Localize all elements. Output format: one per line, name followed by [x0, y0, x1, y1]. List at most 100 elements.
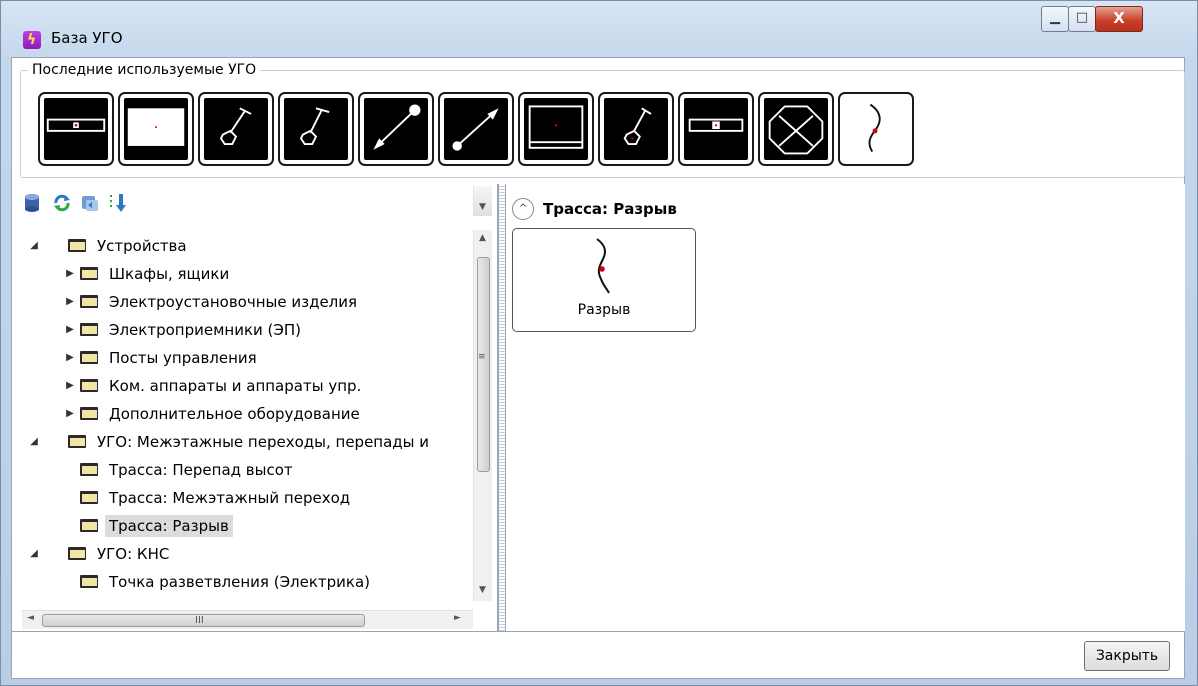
tree-item[interactable]: ▶ Посты управления — [62, 344, 261, 371]
tree-item[interactable]: Трасса: Разрыв — [80, 512, 233, 539]
recent-symbol-lamp-pole[interactable] — [198, 92, 274, 166]
tree-item-label: Дополнительное оборудование — [109, 404, 360, 423]
tree-item-label: Трасса: Разрыв — [105, 514, 233, 537]
folder-icon — [80, 519, 98, 532]
recent-symbol-hexagon-pole[interactable] — [598, 92, 674, 166]
hscroll-grip-icon: III — [195, 615, 204, 626]
recent-symbol-break[interactable] — [838, 92, 914, 166]
folder-icon — [80, 379, 98, 392]
folder-icon — [80, 351, 98, 364]
tree-item[interactable]: Трасса: Межэтажный переход — [80, 484, 354, 511]
recent-symbol-arrow-up[interactable] — [358, 92, 434, 166]
symbol-cabinet-rect-icon — [44, 98, 108, 160]
tree-item-label: Устройства — [97, 236, 187, 255]
expanded-icon[interactable]: ◢ — [26, 436, 42, 447]
scroll-down-icon[interactable]: ▼ — [479, 585, 486, 595]
symbol-arrow-up-icon — [364, 98, 428, 160]
minimize-button[interactable]: ▁ — [1041, 6, 1069, 32]
folder-icon — [68, 239, 86, 252]
collapsed-icon[interactable]: ▶ — [62, 268, 78, 279]
symbol-octagon-cross-icon — [764, 98, 828, 160]
horizontal-scroll-thumb[interactable]: III — [42, 614, 365, 627]
chevron-up-icon: ^ — [518, 203, 528, 214]
tree-item-label: Трасса: Межэтажный переход — [109, 488, 351, 507]
tree-item-label: Точка разветвления (Электрика) — [109, 572, 371, 591]
refresh-icon[interactable] — [52, 192, 72, 214]
scroll-left-icon[interactable]: ◄ — [27, 613, 34, 623]
symbol-arrow-down-icon — [444, 98, 508, 160]
folder-icon — [80, 491, 98, 504]
close-icon: X — [1113, 9, 1125, 27]
collapsed-icon[interactable]: ▶ — [62, 352, 78, 363]
window-title: База УГО — [51, 29, 123, 47]
symbol-panel-white-icon — [124, 98, 188, 160]
tree-item-label: Посты управления — [109, 348, 257, 367]
expanded-icon[interactable]: ◢ — [26, 548, 42, 559]
tree-item[interactable]: ▶ Ком. аппараты и аппараты упр. — [62, 372, 365, 399]
folder-icon — [80, 463, 98, 476]
maximize-button[interactable]: □ — [1068, 6, 1096, 32]
scroll-right-icon[interactable]: ► — [454, 613, 461, 623]
tree-item[interactable]: ▶ Шкафы, ящики — [62, 260, 233, 287]
folder-icon — [80, 407, 98, 420]
collapsed-icon[interactable]: ▶ — [62, 380, 78, 391]
vertical-scroll-thumb[interactable] — [477, 257, 490, 472]
minimize-icon: ▁ — [1050, 10, 1060, 25]
recent-symbol-octagon-cross[interactable] — [758, 92, 834, 166]
recent-symbol-double-frame[interactable] — [518, 92, 594, 166]
close-window-button[interactable]: X — [1095, 6, 1143, 32]
tree-item[interactable]: ◢ УГО: КНС — [26, 540, 173, 567]
tree-vertical-scrollbar[interactable]: ▲ ≡ ▼ — [473, 230, 492, 601]
tree-item-label: Ком. аппараты и аппараты упр. — [109, 376, 362, 395]
folder-icon — [80, 575, 98, 588]
footer-divider — [12, 631, 1185, 632]
collapse-section-button[interactable]: ^ — [512, 198, 534, 220]
symbol-card-label: Разрыв — [577, 302, 631, 318]
tree-item-label: УГО: Межэтажные переходы, перепады и — [97, 432, 430, 451]
tree-item[interactable]: ◢ Устройства — [26, 232, 191, 259]
symbol-card-break[interactable]: Разрыв — [512, 228, 696, 332]
folder-icon — [80, 323, 98, 336]
recent-symbol-lamp-pole-2[interactable] — [278, 92, 354, 166]
symbol-hexagon-pole-icon — [604, 98, 668, 160]
chevron-down-icon: ▼ — [479, 202, 486, 212]
folder-icon — [68, 547, 86, 560]
symbol-lamp-pole-2-icon — [284, 98, 348, 160]
recent-symbol-arrow-down[interactable] — [438, 92, 514, 166]
folder-icon — [80, 295, 98, 308]
tree-item-label: Шкафы, ящики — [109, 264, 230, 283]
scroll-up-icon[interactable]: ▲ — [479, 233, 486, 243]
tree-item[interactable]: ▶ Дополнительное оборудование — [62, 400, 364, 427]
toolbar-scroll-corner: ▼ — [473, 186, 492, 216]
break-symbol-icon — [596, 238, 610, 294]
recent-symbol-cabinet-arrow[interactable] — [678, 92, 754, 166]
collapsed-icon[interactable]: ▶ — [62, 296, 78, 307]
recent-symbol-panel-white[interactable] — [118, 92, 194, 166]
tree-item-label: Электроприемники (ЭП) — [109, 320, 301, 339]
tree-item[interactable]: ▶ Электроустановочные изделия — [62, 288, 361, 315]
recent-symbol-cabinet-rect[interactable] — [38, 92, 114, 166]
tree-item[interactable]: ◢ УГО: Межэтажные переходы, перепады и — [26, 428, 433, 455]
sort-icon[interactable] — [108, 192, 128, 214]
tree-item[interactable]: ▶ Электроприемники (ЭП) — [62, 316, 305, 343]
symbol-cabinet-arrow-icon — [684, 98, 748, 160]
collapsed-icon[interactable]: ▶ — [62, 408, 78, 419]
tree-horizontal-scrollbar[interactable]: ◄ III ► — [22, 610, 473, 629]
tree-item[interactable]: Трасса: Перепад высот — [80, 456, 297, 483]
close-button[interactable]: Закрыть — [1084, 641, 1170, 671]
sync-icon[interactable] — [80, 192, 100, 214]
panel-splitter[interactable] — [498, 184, 506, 631]
symbol-break-icon — [844, 98, 908, 160]
title-bar[interactable]: ϟ База УГО ▁ □ X — [1, 1, 1197, 53]
folder-icon — [68, 435, 86, 448]
collapsed-icon[interactable]: ▶ — [62, 324, 78, 335]
section-title: Трасса: Разрыв — [543, 200, 677, 218]
maximize-icon: □ — [1075, 10, 1089, 25]
tree-item[interactable]: Точка разветвления (Электрика) — [80, 568, 374, 595]
tree-item-label: УГО: КНС — [97, 544, 170, 563]
expanded-icon[interactable]: ◢ — [26, 240, 42, 251]
recent-symbols-title: Последние используемые УГО — [28, 62, 261, 78]
database-icon[interactable] — [22, 192, 42, 214]
symbol-lamp-pole-icon — [204, 98, 268, 160]
folder-icon — [80, 267, 98, 280]
